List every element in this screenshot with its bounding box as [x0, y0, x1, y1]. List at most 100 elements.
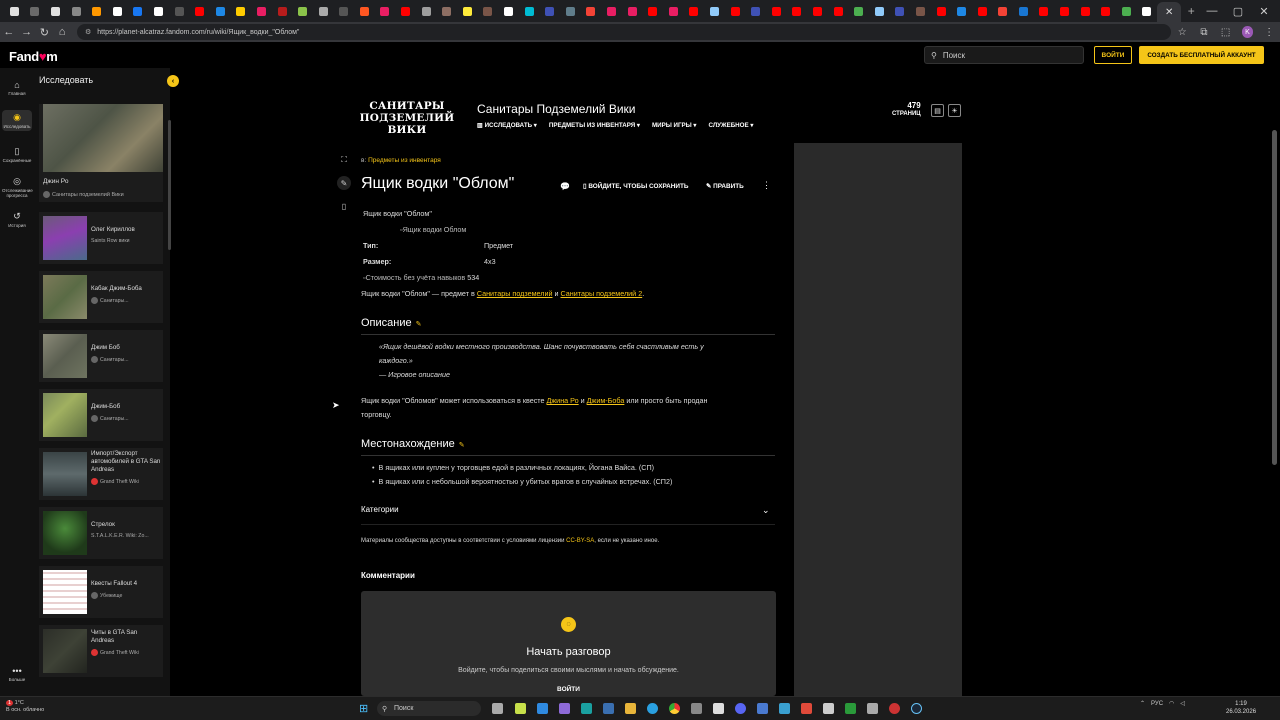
edit-button[interactable]: ✎ ПРАВИТЬ	[706, 182, 744, 190]
link-game1[interactable]: Санитары подземелий	[477, 289, 553, 298]
telegram-icon[interactable]	[647, 703, 658, 714]
browser-tab[interactable]	[1095, 0, 1116, 22]
rail-explore[interactable]: ◉ Исследовать	[2, 110, 32, 131]
more-actions-icon[interactable]: ⋮	[762, 180, 771, 191]
browser-tab[interactable]	[4, 0, 25, 22]
app-icon[interactable]	[845, 703, 856, 714]
talk-bubble-icon[interactable]: 💬	[560, 182, 570, 191]
app-icon[interactable]	[889, 703, 900, 714]
browser-tab[interactable]	[395, 0, 416, 22]
explore-card[interactable]: Джим-Боб Санитары...	[39, 389, 163, 441]
browser-tab[interactable]	[807, 0, 828, 22]
browser-tab[interactable]	[292, 0, 313, 22]
panel-scrollbar[interactable]	[168, 120, 171, 250]
active-browser-tab[interactable]: ✕	[1157, 2, 1182, 22]
fandom-logo[interactable]: Fand♥m	[9, 49, 58, 64]
maximize-button[interactable]: ▢	[1226, 0, 1250, 22]
app-icon[interactable]	[801, 703, 812, 714]
app-icon[interactable]	[559, 703, 570, 714]
explore-card[interactable]: Джим Боб Санитары...	[39, 330, 163, 382]
browser-tab[interactable]	[766, 0, 787, 22]
browser-tab[interactable]	[25, 0, 46, 22]
fullscreen-icon[interactable]: ⛶	[337, 153, 351, 167]
theme-toggle-icon[interactable]: ☀	[948, 104, 961, 117]
browser-tab[interactable]	[1054, 0, 1075, 22]
minimize-button[interactable]: —	[1200, 0, 1224, 22]
app-icon[interactable]	[779, 703, 790, 714]
browser-tab[interactable]	[539, 0, 560, 22]
extensions-icon[interactable]: ⧉	[1193, 27, 1215, 38]
browser-tab[interactable]	[1137, 0, 1158, 22]
downloads-icon[interactable]: ⬚	[1215, 27, 1237, 38]
browser-tab[interactable]	[272, 0, 293, 22]
link-game2[interactable]: Санитары подземелий 2	[561, 289, 643, 298]
app-icon[interactable]	[757, 703, 768, 714]
browser-tab[interactable]	[210, 0, 231, 22]
browser-tab[interactable]	[1075, 0, 1096, 22]
notepad-icon[interactable]	[713, 703, 724, 714]
volume-icon[interactable]: ◁	[1180, 700, 1185, 707]
task-view-icon[interactable]	[492, 703, 503, 714]
bookmark-star-icon[interactable]: ☆	[1171, 27, 1193, 38]
browser-tab[interactable]	[581, 0, 602, 22]
browser-tab[interactable]	[498, 0, 519, 22]
collapse-panel-button[interactable]: ‹	[167, 75, 179, 87]
browser-tab[interactable]	[972, 0, 993, 22]
browser-tab[interactable]	[231, 0, 252, 22]
app-icon[interactable]	[581, 703, 592, 714]
explore-card[interactable]: Импорт/Экспорт автомобилей в GTA San And…	[39, 448, 163, 500]
browser-tab[interactable]	[334, 0, 355, 22]
browser-tab[interactable]	[45, 0, 66, 22]
nav-explore[interactable]: ▥ ИССЛЕДОВАТЬ ▾	[477, 122, 537, 129]
browser-tab[interactable]	[890, 0, 911, 22]
browser-tab[interactable]	[107, 0, 128, 22]
featured-card[interactable]: Джин Ро Санитары подземелий Вики	[39, 104, 163, 202]
profile-avatar[interactable]: K	[1241, 26, 1254, 38]
rail-more[interactable]: ••• Больше	[2, 666, 32, 682]
browser-tab[interactable]	[189, 0, 210, 22]
home-icon[interactable]: ⌂	[53, 23, 71, 41]
categories-toggle[interactable]: Категории	[361, 505, 775, 523]
browser-tab[interactable]	[66, 0, 87, 22]
explore-card[interactable]: Кабак Джим-Боба Санитары...	[39, 271, 163, 323]
browser-tab[interactable]	[148, 0, 169, 22]
forward-icon[interactable]: →	[18, 23, 36, 41]
browser-tab[interactable]	[601, 0, 622, 22]
app-icon[interactable]	[867, 703, 878, 714]
browser-tab[interactable]	[375, 0, 396, 22]
rail-history[interactable]: ↺ История	[2, 211, 32, 228]
wiki-name[interactable]: Санитары Подземелий Вики	[477, 102, 635, 116]
login-button[interactable]: ВОЙТИ	[1094, 46, 1132, 64]
search-input[interactable]: ⚲ Поиск	[924, 46, 1084, 64]
browser-tab[interactable]	[848, 0, 869, 22]
rail-home[interactable]: ⌂ Главная	[2, 80, 32, 96]
nav-worlds[interactable]: МИРЫ ИГРЫ ▾	[652, 122, 697, 129]
site-info-icon[interactable]: ⚙	[85, 28, 91, 36]
reload-icon[interactable]: ↻	[36, 23, 54, 41]
browser-tab[interactable]	[704, 0, 725, 22]
browser-tab[interactable]	[560, 0, 581, 22]
browser-tab[interactable]	[787, 0, 808, 22]
browser-tab[interactable]	[828, 0, 849, 22]
clock[interactable]: 1:19 26.03.2026	[1226, 700, 1256, 716]
steam-icon[interactable]	[911, 703, 922, 714]
browser-tab[interactable]	[910, 0, 931, 22]
wiki-logo[interactable]: САНИТАРЫ ПОДЗЕМЕЛИЙ ВИКИ	[351, 100, 463, 136]
breadcrumb-link[interactable]: Предметы из инвентаря	[368, 157, 441, 164]
explore-card[interactable]: Стрелок S.T.A.L.K.E.R. Wiki: Zo...	[39, 507, 163, 559]
rail-progress[interactable]: ◎ Отслеживание прогресса	[2, 176, 33, 198]
link-jim-bob[interactable]: Джим-Боба	[587, 396, 625, 405]
link-jin-ro[interactable]: Джина Ро	[547, 396, 579, 405]
browser-tab[interactable]	[951, 0, 972, 22]
browser-tab[interactable]	[869, 0, 890, 22]
app-icon[interactable]	[515, 703, 526, 714]
browser-tab[interactable]	[725, 0, 746, 22]
wifi-icon[interactable]: ◠	[1169, 700, 1174, 707]
browser-tab[interactable]	[457, 0, 478, 22]
back-icon[interactable]: ←	[0, 23, 18, 41]
browser-tab[interactable]	[519, 0, 540, 22]
windows-start-icon[interactable]: ⊞	[359, 702, 368, 715]
browser-tab[interactable]	[169, 0, 190, 22]
discord-icon[interactable]	[735, 703, 746, 714]
bookmark-icon[interactable]: ▯	[337, 199, 351, 213]
